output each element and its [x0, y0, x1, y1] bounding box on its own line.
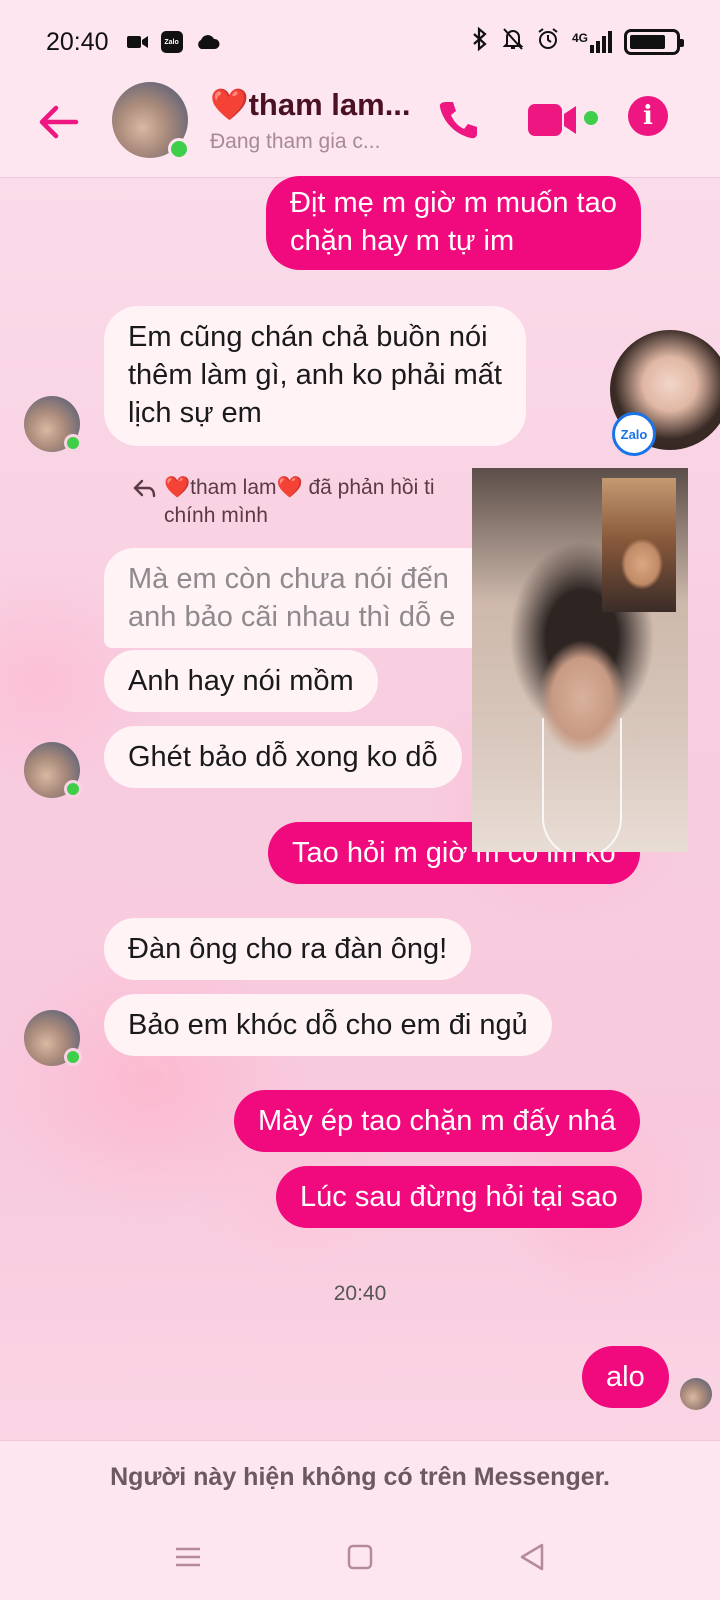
- message-bubble-outgoing[interactable]: Lúc sau đừng hỏi tại sao: [276, 1166, 642, 1228]
- reply-indicator: ❤️tham lam❤️ đã phản hồi ti chính mình: [132, 474, 435, 530]
- composer-unavailable-bar: Người này hiện không có trên Messenger.: [0, 1440, 720, 1600]
- self-camera-view[interactable]: [602, 478, 676, 612]
- message-timestamp: 20:40: [333, 1282, 387, 1305]
- quoted-message-bubble[interactable]: Mà em còn chưa nói đến anh bảo cãi nhau …: [104, 548, 536, 648]
- cloud-icon: [195, 34, 221, 50]
- contact-avatar[interactable]: [112, 82, 190, 160]
- message-bubble-incoming[interactable]: Anh hay nói mồm: [104, 650, 378, 712]
- menu-icon[interactable]: [172, 1541, 204, 1573]
- online-status-dot: [64, 1048, 82, 1066]
- message-bubble-incoming[interactable]: Em cũng chán chả buồn nói thêm làm gì, a…: [104, 306, 526, 446]
- conversation-header: ❤️tham lam... Đang tham gia c... i: [0, 82, 720, 178]
- earphone-cable: [542, 718, 622, 852]
- battery-icon: [624, 29, 684, 55]
- bluetooth-icon: [470, 26, 490, 58]
- contact-status-text: Đang tham gia c...: [210, 130, 381, 153]
- phone-icon[interactable]: [434, 96, 482, 144]
- sender-avatar[interactable]: [24, 742, 82, 798]
- online-status-dot: [64, 434, 82, 452]
- sender-avatar[interactable]: [24, 1010, 82, 1066]
- video-camera-icon: [126, 34, 149, 50]
- info-icon[interactable]: i: [628, 96, 668, 136]
- zalo-badge-icon: Zalo: [612, 412, 656, 456]
- status-time: 20:40: [46, 27, 109, 56]
- back-arrow-icon[interactable]: [36, 100, 80, 144]
- message-bubble-outgoing[interactable]: Mày ép tao chặn m đấy nhá: [234, 1090, 640, 1152]
- mute-bell-icon: [502, 27, 524, 58]
- video-call-icon[interactable]: [528, 98, 580, 142]
- message-bubble-outgoing[interactable]: alo: [582, 1346, 669, 1408]
- signal-4g-icon: 4G: [572, 31, 612, 53]
- seen-receipt-avatar: [680, 1378, 712, 1410]
- home-square-icon[interactable]: [344, 1541, 376, 1573]
- message-bubble-outgoing[interactable]: Địt mẹ m giờ m muốn tao chặn hay m tự im: [266, 176, 641, 270]
- back-triangle-icon[interactable]: [516, 1541, 548, 1573]
- call-active-dot: [584, 111, 598, 125]
- message-bubble-incoming[interactable]: Bảo em khóc dỗ cho em đi ngủ: [104, 994, 552, 1056]
- online-status-dot: [64, 780, 82, 798]
- unavailable-notice: Người này hiện không có trên Messenger.: [110, 1463, 610, 1491]
- online-status-dot: [168, 138, 190, 160]
- sender-avatar[interactable]: [24, 396, 82, 452]
- video-call-overlay[interactable]: [472, 468, 688, 852]
- contact-name[interactable]: ❤️tham lam...: [210, 86, 411, 123]
- message-bubble-incoming[interactable]: Ghét bảo dỗ xong ko dỗ: [104, 726, 462, 788]
- alarm-icon: [536, 27, 560, 58]
- reply-arrow-icon: [133, 479, 156, 498]
- zalo-icon: Zalo: [160, 31, 183, 53]
- status-bar: 20:40 Zalo 4G: [0, 0, 720, 84]
- message-bubble-incoming[interactable]: Đàn ông cho ra đàn ông!: [104, 918, 472, 980]
